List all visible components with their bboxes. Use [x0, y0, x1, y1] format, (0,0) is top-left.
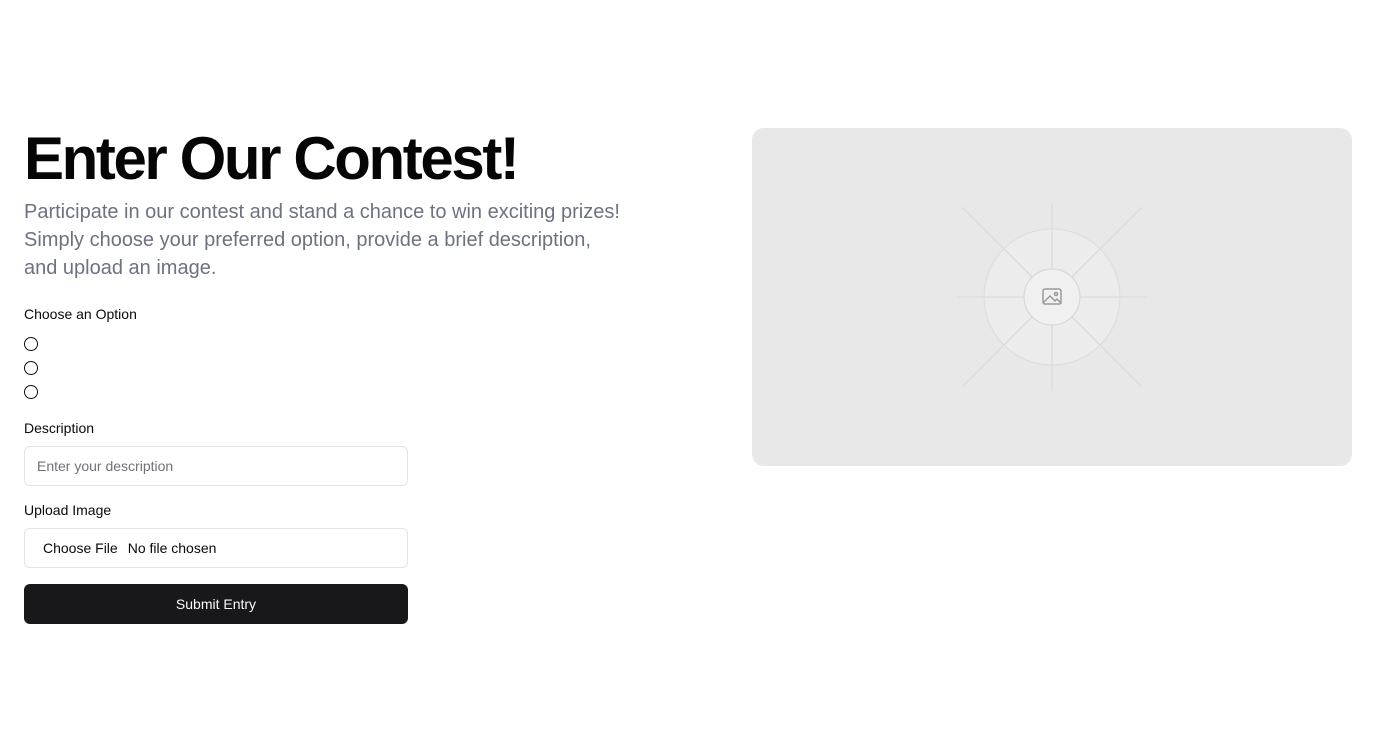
- radio-option-3[interactable]: [24, 380, 408, 404]
- choose-file-button[interactable]: Choose File: [43, 540, 118, 556]
- radio-option-2[interactable]: [24, 356, 408, 380]
- upload-label: Upload Image: [24, 502, 112, 518]
- page-title: Enter Our Contest!: [24, 125, 520, 192]
- contest-form: Choose an Option Description Enter your …: [24, 304, 408, 624]
- option-radio-group: [24, 332, 408, 404]
- placeholder-graphic: [957, 203, 1147, 391]
- radio-button[interactable]: [24, 385, 38, 399]
- contest-form-section: Enter Our Contest! Participate in our co…: [24, 124, 624, 624]
- file-input[interactable]: Choose File No file chosen: [24, 528, 408, 568]
- radio-button[interactable]: [24, 361, 38, 375]
- radio-button[interactable]: [24, 337, 38, 351]
- description-input[interactable]: Enter your description: [24, 446, 408, 486]
- page-subtitle: Participate in our contest and stand a c…: [24, 201, 620, 279]
- radio-option-1[interactable]: [24, 332, 408, 356]
- submit-entry-button[interactable]: Submit Entry: [24, 584, 408, 624]
- file-status: No file chosen: [127, 540, 217, 556]
- description-label: Description: [24, 420, 95, 436]
- contest-page: Enter Our Contest! Participate in our co…: [0, 0, 1376, 752]
- option-label: Choose an Option: [24, 306, 137, 322]
- image-placeholder: [752, 128, 1352, 466]
